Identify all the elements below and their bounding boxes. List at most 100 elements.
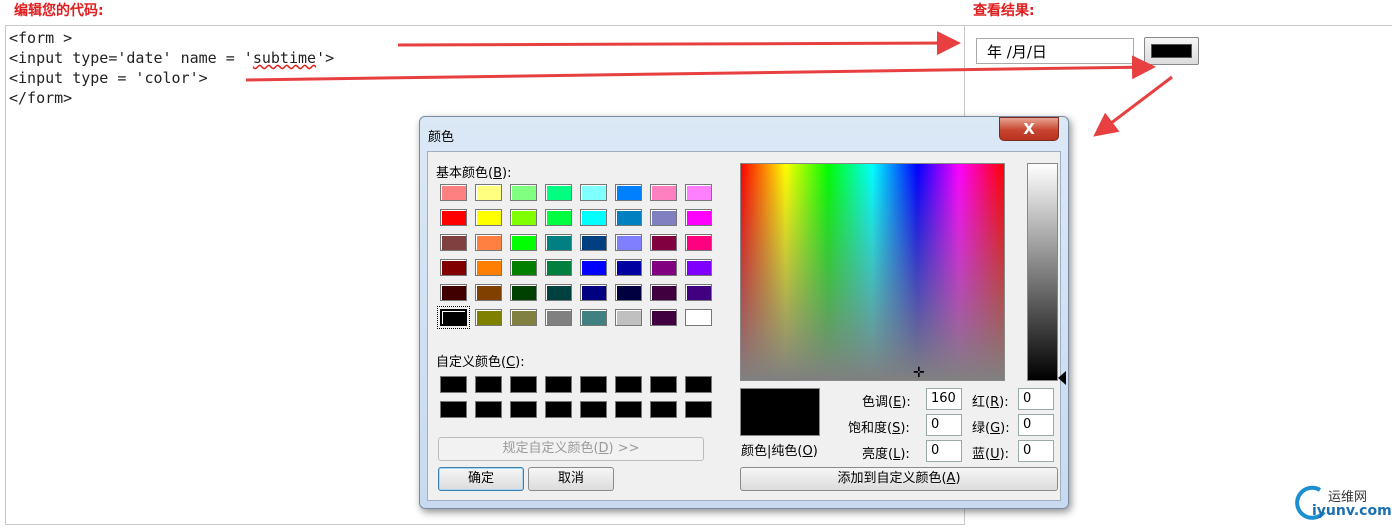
red-label: 红(R):	[972, 395, 1009, 410]
cancel-button[interactable]: 取消	[528, 467, 614, 491]
date-input[interactable]: 年 /月/日	[976, 38, 1134, 64]
custom-color-swatch[interactable]	[545, 376, 572, 393]
basic-color-swatch[interactable]	[615, 209, 642, 226]
basic-color-swatch[interactable]	[440, 184, 467, 201]
blue-label: 蓝(U):	[972, 447, 1010, 462]
basic-color-swatch[interactable]	[475, 284, 502, 301]
view-result-heading: 查看结果:	[973, 3, 1035, 19]
basic-color-swatch[interactable]	[685, 284, 712, 301]
basic-color-swatch[interactable]	[580, 284, 607, 301]
luminance-pointer-icon[interactable]	[1058, 371, 1066, 385]
blue-field[interactable]: 0	[1018, 440, 1054, 462]
basic-color-swatch[interactable]	[580, 234, 607, 251]
ok-button[interactable]: 确定	[438, 467, 524, 491]
basic-color-swatch[interactable]	[440, 209, 467, 226]
basic-color-swatch[interactable]	[615, 284, 642, 301]
color-preview	[740, 388, 820, 436]
basic-color-swatch[interactable]	[545, 309, 572, 326]
custom-color-swatch[interactable]	[580, 401, 607, 418]
edit-code-heading: 编辑您的代码:	[14, 3, 104, 19]
custom-color-swatch[interactable]	[510, 376, 537, 393]
dialog-body: 基本颜色(B): 自定义颜色(C): 规定自定义颜色(D) >> 确定 取消 ✛…	[427, 151, 1066, 501]
basic-color-swatch[interactable]	[650, 234, 677, 251]
basic-color-swatch[interactable]	[615, 234, 642, 251]
basic-color-swatch[interactable]	[510, 184, 537, 201]
hue-field[interactable]: 160	[926, 388, 962, 410]
basic-color-swatch[interactable]	[510, 234, 537, 251]
color-input[interactable]	[1144, 37, 1199, 65]
basic-color-swatch[interactable]	[685, 184, 712, 201]
basic-color-swatch[interactable]	[440, 234, 467, 251]
basic-color-swatch[interactable]	[440, 259, 467, 276]
basic-color-swatch[interactable]	[650, 309, 677, 326]
basic-color-swatch[interactable]	[685, 259, 712, 276]
basic-color-swatch[interactable]	[545, 234, 572, 251]
define-custom-colors-button[interactable]: 规定自定义颜色(D) >>	[438, 437, 704, 461]
crosshair-icon: ✛	[913, 365, 925, 381]
basic-color-swatch[interactable]	[475, 209, 502, 226]
luminance-field[interactable]: 0	[926, 440, 962, 462]
basic-color-swatch[interactable]	[650, 184, 677, 201]
red-field[interactable]: 0	[1018, 388, 1054, 410]
basic-color-swatch[interactable]	[510, 309, 537, 326]
basic-color-swatch[interactable]	[650, 259, 677, 276]
basic-color-swatch[interactable]	[510, 209, 537, 226]
basic-color-swatch[interactable]	[650, 284, 677, 301]
basic-color-swatch[interactable]	[475, 259, 502, 276]
close-button[interactable]: X	[999, 117, 1059, 141]
basic-color-swatch[interactable]	[685, 309, 712, 326]
basic-color-swatch[interactable]	[650, 209, 677, 226]
saturation-field[interactable]: 0	[926, 414, 962, 436]
basic-color-swatch[interactable]	[545, 284, 572, 301]
luminance-slider[interactable]	[1027, 163, 1058, 381]
green-label: 绿(G):	[972, 421, 1010, 436]
basic-color-swatch[interactable]	[545, 184, 572, 201]
custom-color-swatch[interactable]	[650, 401, 677, 418]
custom-color-swatch[interactable]	[510, 401, 537, 418]
basic-color-swatch[interactable]	[475, 184, 502, 201]
color-spectrum[interactable]	[740, 163, 1005, 381]
custom-color-swatch[interactable]	[475, 376, 502, 393]
custom-color-swatch[interactable]	[685, 401, 712, 418]
green-field[interactable]: 0	[1018, 414, 1054, 436]
hue-label: 色调(E):	[862, 395, 911, 410]
basic-color-swatch[interactable]	[475, 309, 502, 326]
code-line-1: <form >	[9, 29, 73, 47]
basic-color-swatch[interactable]	[685, 209, 712, 226]
dialog-title: 颜色	[428, 130, 455, 145]
custom-color-swatch[interactable]	[615, 376, 642, 393]
basic-color-swatch[interactable]	[510, 259, 537, 276]
color-input-swatch	[1151, 44, 1192, 58]
basic-color-swatch[interactable]	[545, 259, 572, 276]
custom-color-swatch[interactable]	[685, 376, 712, 393]
basic-color-swatch[interactable]	[580, 309, 607, 326]
custom-color-swatch[interactable]	[650, 376, 677, 393]
basic-color-swatch[interactable]	[580, 184, 607, 201]
color-solid-label: 颜色|纯色(O)	[741, 444, 818, 459]
basic-color-swatch[interactable]	[475, 234, 502, 251]
basic-color-swatch[interactable]	[437, 306, 470, 329]
basic-color-swatch[interactable]	[615, 309, 642, 326]
luminance-label: 亮度(L):	[862, 447, 910, 462]
add-to-custom-colors-button[interactable]: 添加到自定义颜色(A)	[740, 467, 1058, 491]
custom-color-swatch[interactable]	[440, 376, 467, 393]
custom-color-swatch[interactable]	[615, 401, 642, 418]
basic-color-swatch[interactable]	[440, 284, 467, 301]
custom-color-swatch[interactable]	[580, 376, 607, 393]
basic-color-swatch[interactable]	[580, 209, 607, 226]
code-line-3: <input type = 'color'>	[9, 69, 208, 87]
custom-color-swatch[interactable]	[545, 401, 572, 418]
code-line-4: </form>	[9, 89, 73, 107]
basic-color-swatch[interactable]	[615, 259, 642, 276]
basic-color-swatch[interactable]	[545, 209, 572, 226]
basic-colors-label: 基本颜色(B):	[436, 166, 512, 181]
custom-color-swatch[interactable]	[475, 401, 502, 418]
custom-color-swatch[interactable]	[440, 401, 467, 418]
custom-colors-label: 自定义颜色(C):	[436, 355, 525, 370]
code-line-2: <input type='date' name = 'subtime'>	[9, 49, 335, 67]
basic-color-swatch[interactable]	[685, 234, 712, 251]
basic-color-swatch[interactable]	[615, 184, 642, 201]
watermark-en: iyunv.com	[1312, 503, 1392, 519]
basic-color-swatch[interactable]	[580, 259, 607, 276]
basic-color-swatch[interactable]	[510, 284, 537, 301]
